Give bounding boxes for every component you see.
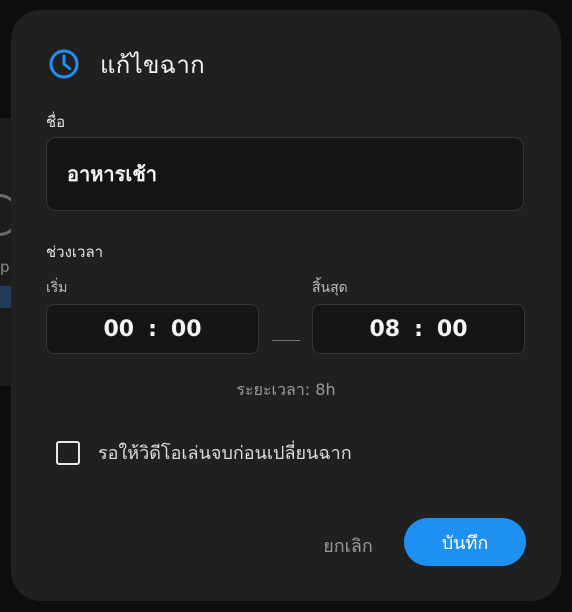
end-time-separator: : — [414, 316, 423, 342]
name-input[interactable]: อาหารเช้า — [46, 137, 524, 211]
wait-for-video-label[interactable]: รอให้วิดีโอเล่นจบก่อนเปลี่ยนฉาก — [98, 438, 352, 467]
end-hours[interactable]: 08 — [369, 317, 400, 342]
name-label: ชื่อ — [46, 113, 66, 131]
start-time-label: เริ่ม — [46, 280, 68, 296]
end-minutes[interactable]: 00 — [437, 317, 468, 342]
start-minutes[interactable]: 00 — [171, 317, 202, 342]
edit-scene-dialog: แก้ไขฉาก ชื่อ อาหารเช้า ช่วงเวลา เริ่ม ส… — [11, 10, 561, 601]
start-time-input[interactable]: 00 : 00 — [46, 304, 259, 354]
end-time-label: สิ้นสุด — [312, 280, 348, 296]
wait-for-video-option[interactable]: รอให้วิดีโอเล่นจบก่อนเปลี่ยนฉาก — [56, 438, 352, 467]
background-text: p — [0, 258, 10, 276]
end-time-input[interactable]: 08 : 00 — [312, 304, 525, 354]
dialog-header: แก้ไขฉาก — [48, 47, 205, 81]
clock-icon — [49, 49, 79, 79]
cancel-button[interactable]: ยกเลิก — [305, 525, 391, 565]
dialog-title: แก้ไขฉาก — [100, 50, 205, 79]
wait-for-video-checkbox[interactable] — [56, 440, 80, 465]
start-hours[interactable]: 00 — [103, 317, 134, 342]
save-button[interactable]: บันทึก — [404, 518, 526, 566]
time-range-dash — [272, 340, 300, 341]
start-time-separator: : — [148, 316, 157, 342]
duration-text: ระยะเวลา: 8h — [236, 380, 336, 399]
name-input-value: อาหารเช้า — [67, 162, 158, 186]
time-range-label: ช่วงเวลา — [46, 243, 104, 261]
